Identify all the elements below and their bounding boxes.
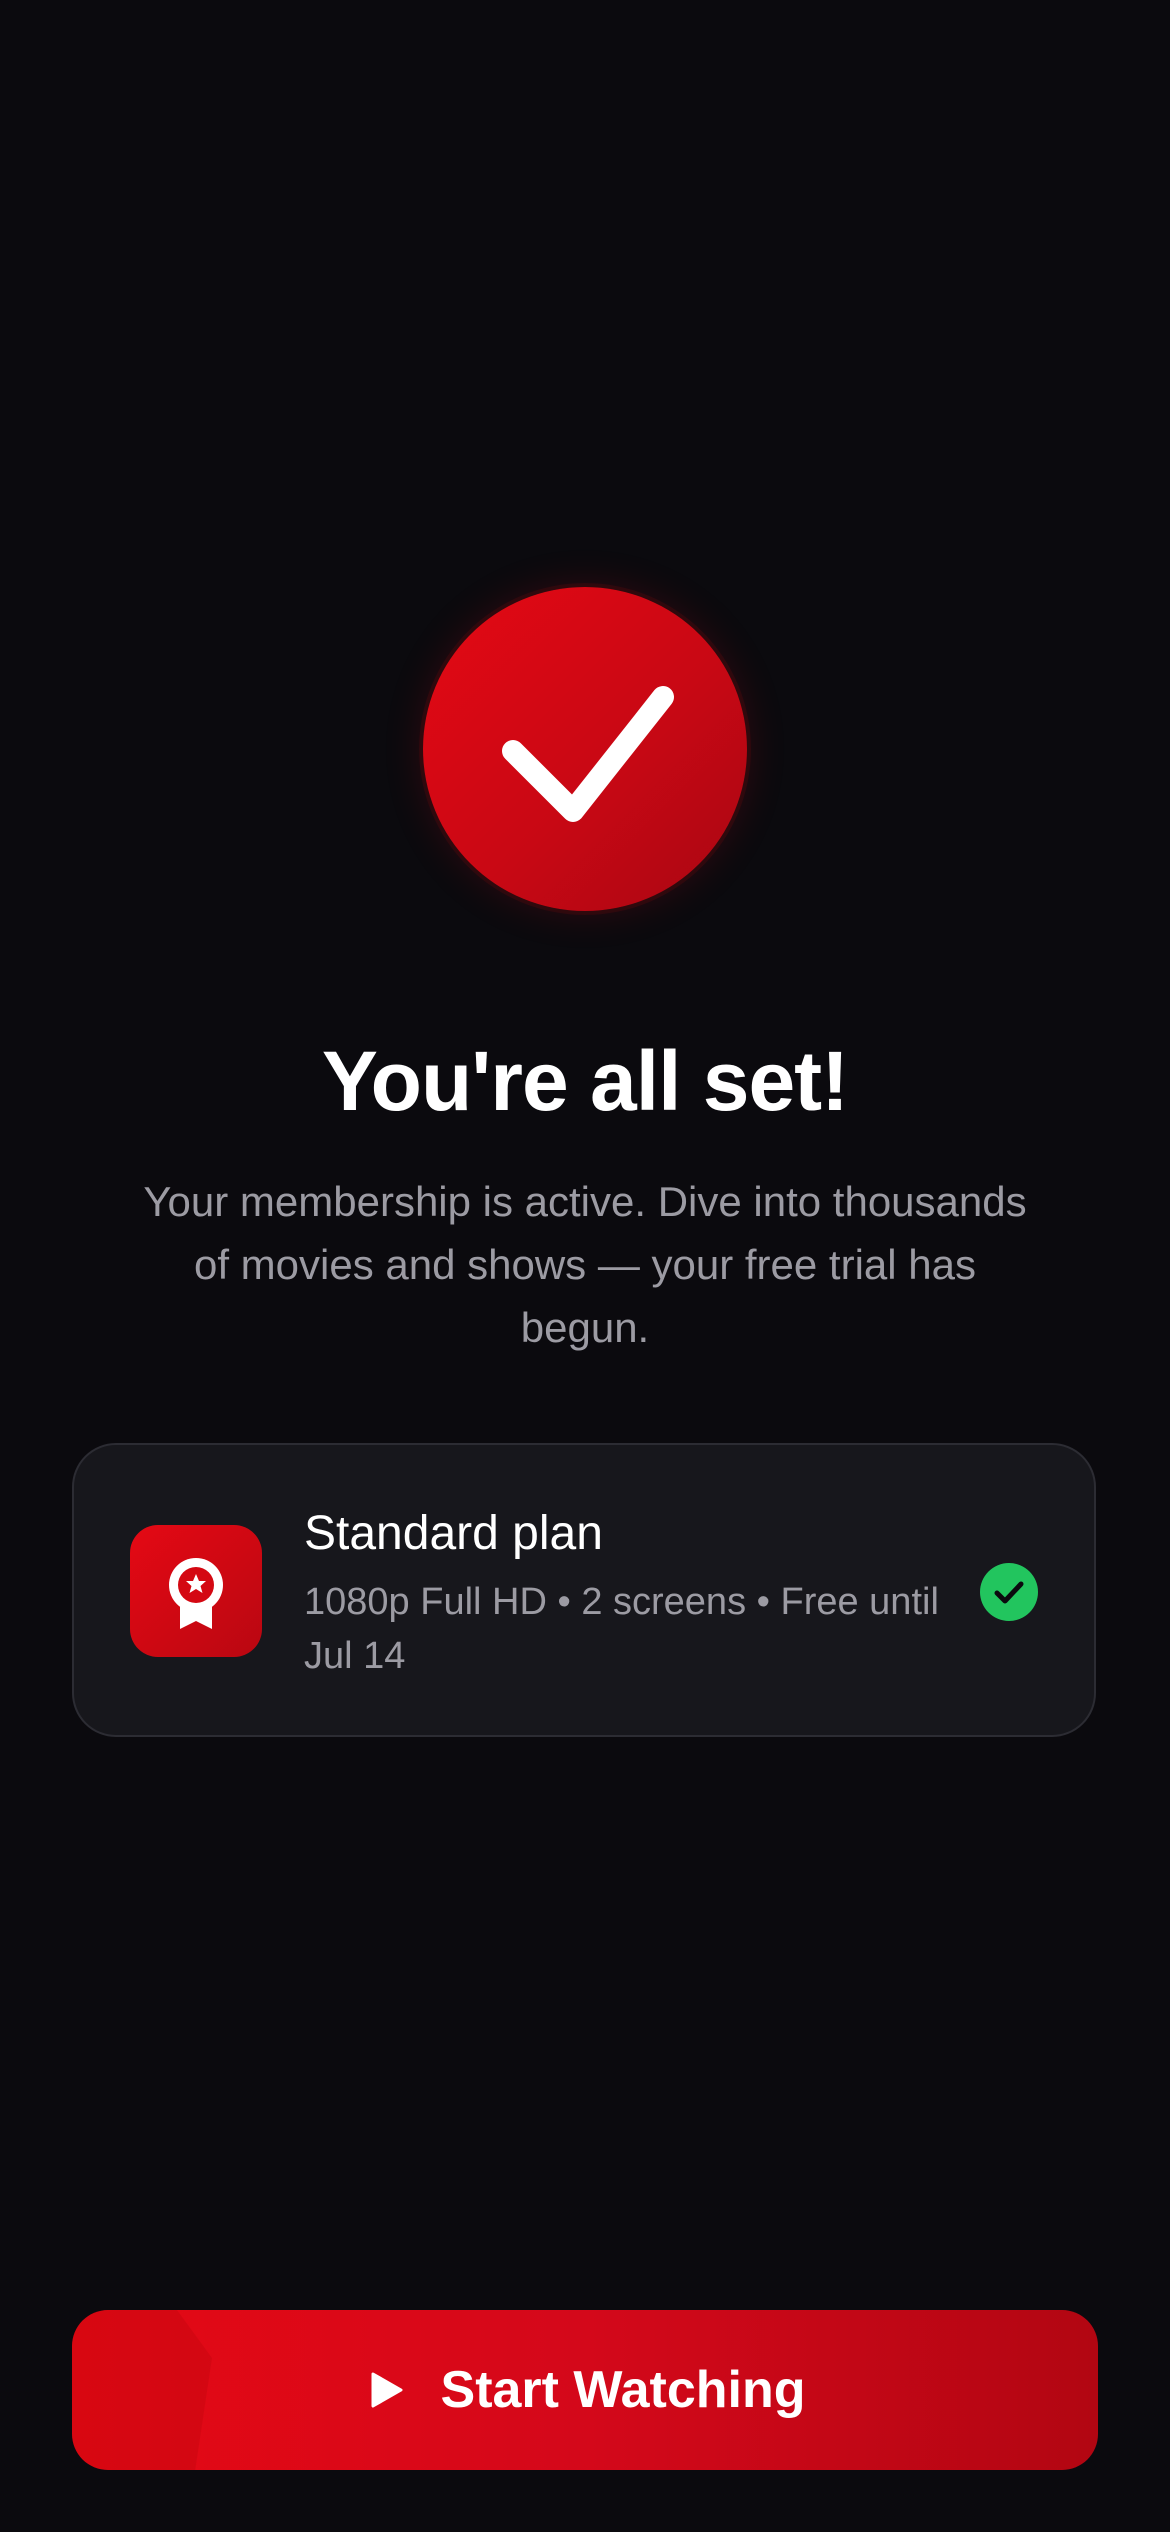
check-circle-icon — [994, 1581, 1024, 1604]
button-shade — [72, 2310, 212, 2470]
plan-selected-badge — [980, 1563, 1038, 1621]
checkmark-icon — [502, 686, 674, 822]
plan-icon-tile — [130, 1525, 262, 1657]
start-watching-button[interactable]: Start Watching — [72, 2310, 1098, 2470]
page-title: You're all set! — [321, 1034, 849, 1128]
start-watching-label: Start Watching — [440, 2361, 806, 2419]
play-icon — [371, 2372, 403, 2408]
award-ribbon-icon — [169, 1558, 223, 1629]
plan-details: 1080p Full HD • 2 screens • Free until J… — [304, 1581, 939, 1677]
confirmation-message: Your membership is active. Dive into tho… — [143, 1178, 1027, 1351]
plan-name: Standard plan — [304, 1507, 603, 1560]
confirmation-screen: You're all set! Your membership is activ… — [0, 0, 1170, 2532]
plan-card: Standard plan 1080p Full HD • 2 screens … — [72, 1443, 1096, 1737]
success-checkmark-badge — [423, 587, 747, 911]
